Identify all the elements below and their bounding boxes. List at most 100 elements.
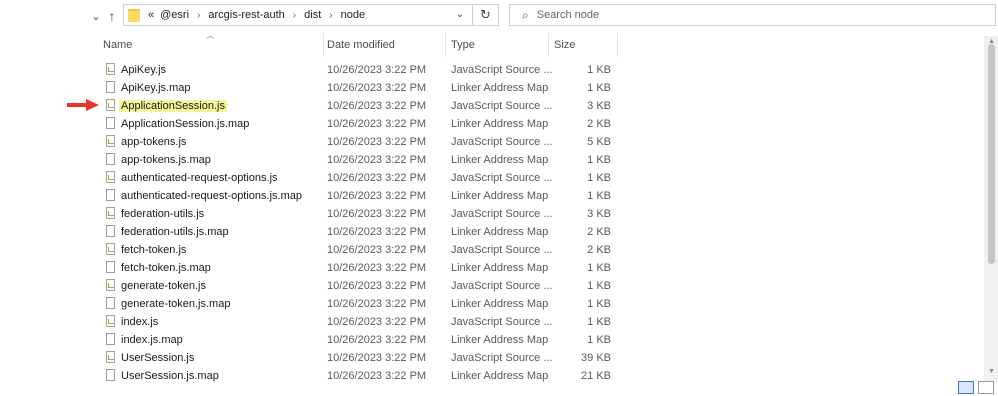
file-row[interactable]: fetch-token.js 10/26/2023 3:22 PM JavaScri… — [0, 241, 998, 259]
file-date-modified: 10/26/2023 3:22 PM — [327, 169, 426, 187]
breadcrumb-arcgis-rest-auth[interactable]: arcgis-rest-auth — [208, 9, 284, 21]
details-view-icon[interactable] — [958, 381, 974, 394]
annotation-arrow-icon — [67, 99, 99, 111]
file-size-text: 1 KB — [587, 172, 611, 184]
address-bar[interactable]: « @esri › arcgis-rest-auth › dist › node… — [123, 4, 473, 26]
file-name: generate-token.js — [121, 277, 206, 295]
file-type: JavaScript Source ... — [451, 313, 553, 331]
file-type-text: Linker Address Map — [451, 262, 549, 274]
file-row[interactable]: ApiKey.js.map 10/26/2023 3:22 PM Linker Ad… — [0, 79, 998, 97]
breadcrumb-node[interactable]: node — [341, 9, 365, 21]
file-row[interactable]: federation-utils.js.map 10/26/2023 3:22 P… — [0, 223, 998, 241]
file-date-modified: 10/26/2023 3:22 PM — [327, 295, 426, 313]
file-date-modified: 10/26/2023 3:22 PM — [327, 259, 426, 277]
file-type-text: JavaScript Source ... — [451, 100, 553, 112]
file-row[interactable]: ApplicationSession.js 10/26/2023 3:22 PM J… — [0, 97, 998, 115]
scrollbar-thumb[interactable] — [988, 44, 995, 264]
recent-locations-chevron-down-icon[interactable]: ⌄ — [88, 6, 104, 26]
file-row[interactable]: ApplicationSession.js.map 10/26/2023 3:22… — [0, 115, 998, 133]
file-icon — [106, 333, 115, 345]
file-size-text: 2 KB — [587, 118, 611, 130]
file-row[interactable]: index.js 10/26/2023 3:22 PM JavaScript Sou… — [0, 313, 998, 331]
address-dropdown-chevron-down-icon[interactable]: ⌄ — [456, 9, 464, 20]
file-size-text: 1 KB — [587, 82, 611, 94]
file-row[interactable]: generate-token.js 10/26/2023 3:22 PM JavaS… — [0, 277, 998, 295]
file-size-text: 1 KB — [587, 280, 611, 292]
scroll-down-icon[interactable]: ▼ — [988, 368, 995, 375]
file-name-text: app-tokens.js — [121, 136, 187, 148]
file-date-modified: 10/26/2023 3:22 PM — [327, 97, 426, 115]
column-header-name-label: Name — [103, 39, 133, 51]
file-date-modified-text: 10/26/2023 3:22 PM — [327, 262, 427, 274]
breadcrumb-separator-chevron-right-icon[interactable]: › — [293, 10, 296, 21]
refresh-button[interactable]: ↻ — [473, 4, 499, 26]
file-size: 3 KB — [552, 205, 611, 223]
search-icon: ⌕ — [522, 7, 529, 22]
file-name-text: ApiKey.js — [121, 64, 167, 76]
file-row[interactable]: UserSession.js 10/26/2023 3:22 PM JavaScri… — [0, 349, 998, 367]
file-size-text: 1 KB — [587, 334, 611, 346]
file-name: app-tokens.js — [121, 133, 186, 151]
file-name: app-tokens.js.map — [121, 151, 211, 169]
file-type: JavaScript Source ... — [451, 97, 553, 115]
refresh-icon: ↻ — [480, 7, 491, 22]
file-name-text: fetch-token.js.map — [121, 262, 211, 274]
search-input[interactable]: Search node — [537, 9, 599, 21]
file-date-modified-text: 10/26/2023 3:22 PM — [327, 352, 427, 364]
file-name: ApplicationSession.js.map — [121, 115, 249, 133]
file-type-text: Linker Address Map — [451, 226, 549, 238]
large-icons-view-icon[interactable] — [978, 381, 994, 394]
breadcrumb-separator-chevron-right-icon[interactable]: › — [329, 10, 332, 21]
file-type: JavaScript Source ... — [451, 205, 553, 223]
file-row[interactable]: app-tokens.js.map 10/26/2023 3:22 PM Linke… — [0, 151, 998, 169]
breadcrumb-esri[interactable]: @esri — [160, 9, 189, 21]
file-date-modified: 10/26/2023 3:22 PM — [327, 349, 426, 367]
file-row[interactable]: app-tokens.js 10/26/2023 3:22 PM JavaScrip… — [0, 133, 998, 151]
file-name-text: UserSession.js — [121, 352, 195, 364]
file-size: 1 KB — [552, 169, 611, 187]
file-size: 1 KB — [552, 331, 611, 349]
file-date-modified-text: 10/26/2023 3:22 PM — [327, 280, 427, 292]
file-size-text: 3 KB — [587, 208, 611, 220]
file-date-modified-text: 10/26/2023 3:22 PM — [327, 118, 427, 130]
file-date-modified: 10/26/2023 3:22 PM — [327, 79, 426, 97]
file-icon — [106, 81, 115, 93]
file-date-modified: 10/26/2023 3:22 PM — [327, 241, 426, 259]
file-row[interactable]: generate-token.js.map 10/26/2023 3:22 PM L… — [0, 295, 998, 313]
search-box[interactable]: ⌕ Search node — [509, 4, 996, 26]
file-name-text: index.js.map — [121, 334, 183, 346]
file-type-text: Linker Address Map — [451, 82, 549, 94]
file-size: 3 KB — [552, 97, 611, 115]
file-name: UserSession.js.map — [121, 367, 219, 385]
file-type-text: Linker Address Map — [451, 370, 549, 382]
file-row[interactable]: fetch-token.js.map 10/26/2023 3:22 PM Link… — [0, 259, 998, 277]
file-row[interactable]: ApiKey.js 10/26/2023 3:22 PM JavaScript So… — [0, 61, 998, 79]
file-name-text: app-tokens.js.map — [121, 154, 211, 166]
breadcrumb-separator-chevron-right-icon[interactable]: › — [197, 10, 200, 21]
file-name-text: UserSession.js.map — [121, 370, 219, 382]
file-size: 1 KB — [552, 187, 611, 205]
column-divider[interactable] — [548, 33, 549, 57]
column-divider[interactable] — [445, 33, 446, 57]
column-divider[interactable] — [617, 33, 618, 57]
column-header-name[interactable]: Name — [100, 33, 323, 57]
file-name: ApiKey.js — [121, 61, 166, 79]
file-date-modified: 10/26/2023 3:22 PM — [327, 187, 426, 205]
file-type: Linker Address Map — [451, 187, 548, 205]
file-row[interactable]: UserSession.js.map 10/26/2023 3:22 PM Link… — [0, 367, 998, 385]
column-header-type[interactable]: Type — [448, 33, 548, 57]
javascript-file-icon — [106, 243, 115, 255]
file-type-text: JavaScript Source ... — [451, 136, 553, 148]
file-size-text: 5 KB — [587, 136, 611, 148]
file-row[interactable]: authenticated-request-options.js 10/26/20… — [0, 169, 998, 187]
file-row[interactable]: authenticated-request-options.js.map 10/2… — [0, 187, 998, 205]
file-row[interactable]: index.js.map 10/26/2023 3:22 PM Linker Add… — [0, 331, 998, 349]
up-one-level-arrow-up-icon[interactable]: ↑ — [104, 6, 120, 26]
column-header-size[interactable]: Size — [551, 33, 617, 57]
file-type: JavaScript Source ... — [451, 61, 553, 79]
file-size-text: 39 KB — [581, 352, 611, 364]
breadcrumb-dist[interactable]: dist — [304, 9, 321, 21]
file-row[interactable]: federation-utils.js 10/26/2023 3:22 PM Jav… — [0, 205, 998, 223]
column-header-date[interactable]: Date modified — [324, 33, 445, 57]
breadcrumb-overflow[interactable]: « — [148, 9, 154, 21]
